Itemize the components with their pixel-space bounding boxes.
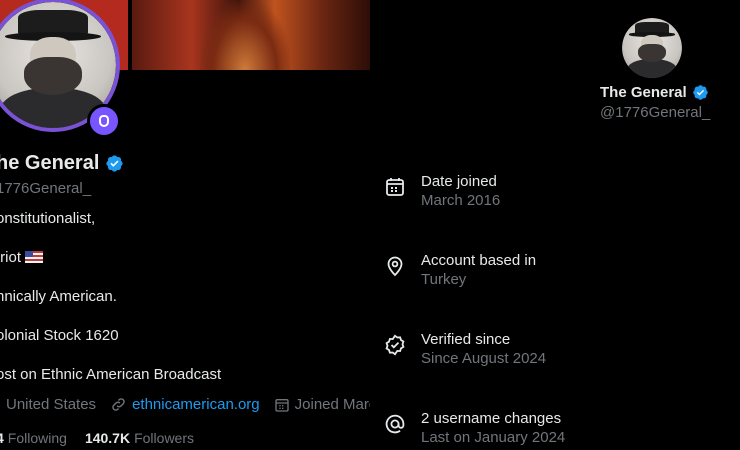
info-value: Since August 2024 xyxy=(421,350,547,367)
profile-pane: he General 1776General_ onstitutionalist… xyxy=(0,0,370,450)
bio-line: onstitutionalist, xyxy=(0,210,96,227)
microphone-icon[interactable] xyxy=(87,104,121,138)
calendar-icon xyxy=(274,398,289,412)
link-icon xyxy=(112,398,125,411)
location-item: United States xyxy=(0,396,96,413)
joined-text: Joined Marc xyxy=(294,396,370,413)
bio-line: hnically American. xyxy=(0,288,117,305)
info-value: Last on January 2024 xyxy=(421,429,566,446)
followers-label: Followers xyxy=(134,430,194,446)
website-link[interactable]: ethnicamerican.org xyxy=(132,396,260,413)
followers-count: 140.7K xyxy=(84,430,131,446)
bio-line: ost on Ethnic American Broadcast xyxy=(0,366,222,383)
location-pin-icon xyxy=(387,256,403,277)
follow-stats: 4Following 140.7KFollowers xyxy=(0,430,194,446)
verified-badge-icon[interactable] xyxy=(692,84,709,101)
profile-handle: 1776General_ xyxy=(0,180,92,197)
profile-display-name: he General xyxy=(0,152,124,175)
about-avatar[interactable] xyxy=(622,18,682,78)
info-value: March 2016 xyxy=(421,192,501,209)
joined-item: Joined Marc xyxy=(274,396,370,413)
info-title: Account based in xyxy=(421,252,537,269)
info-value: Turkey xyxy=(421,271,467,288)
avatar-portrait xyxy=(622,18,682,78)
about-display-name: The General xyxy=(600,84,709,101)
verified-badge-icon[interactable] xyxy=(105,154,124,173)
info-date-joined: Date joined March 2016 xyxy=(383,172,723,210)
at-sign-icon xyxy=(385,414,405,434)
about-name-text: The General xyxy=(600,84,687,101)
info-username-changes: 2 username changes Last on January 2024 xyxy=(383,409,723,447)
bio-line: olonial Stock 1620 xyxy=(0,327,119,344)
about-handle: @1776General_ xyxy=(600,104,711,121)
info-title: Verified since xyxy=(421,331,511,348)
following-link[interactable]: 4Following xyxy=(0,430,67,446)
website-item[interactable]: ethnicamerican.org xyxy=(110,396,260,413)
calendar-icon xyxy=(386,178,404,196)
bio-line: triot xyxy=(0,249,44,266)
followers-link[interactable]: 140.7K Followers xyxy=(85,430,194,446)
info-account-based: Account based in Turkey xyxy=(383,251,723,289)
us-flag-emoji xyxy=(25,251,44,263)
info-verified-since: Verified since Since August 2024 xyxy=(383,330,723,368)
location-text: United States xyxy=(6,396,97,413)
info-title: 2 username changes xyxy=(421,410,562,427)
following-label: Following xyxy=(7,430,67,446)
profile-meta-row: United States ethnicamerican.org Joined … xyxy=(0,396,370,413)
info-title: Date joined xyxy=(421,173,497,190)
display-name-text: he General xyxy=(0,152,100,174)
following-count: 4 xyxy=(0,430,4,446)
bio-line-text: triot xyxy=(0,249,22,266)
verified-check-icon xyxy=(385,334,405,356)
